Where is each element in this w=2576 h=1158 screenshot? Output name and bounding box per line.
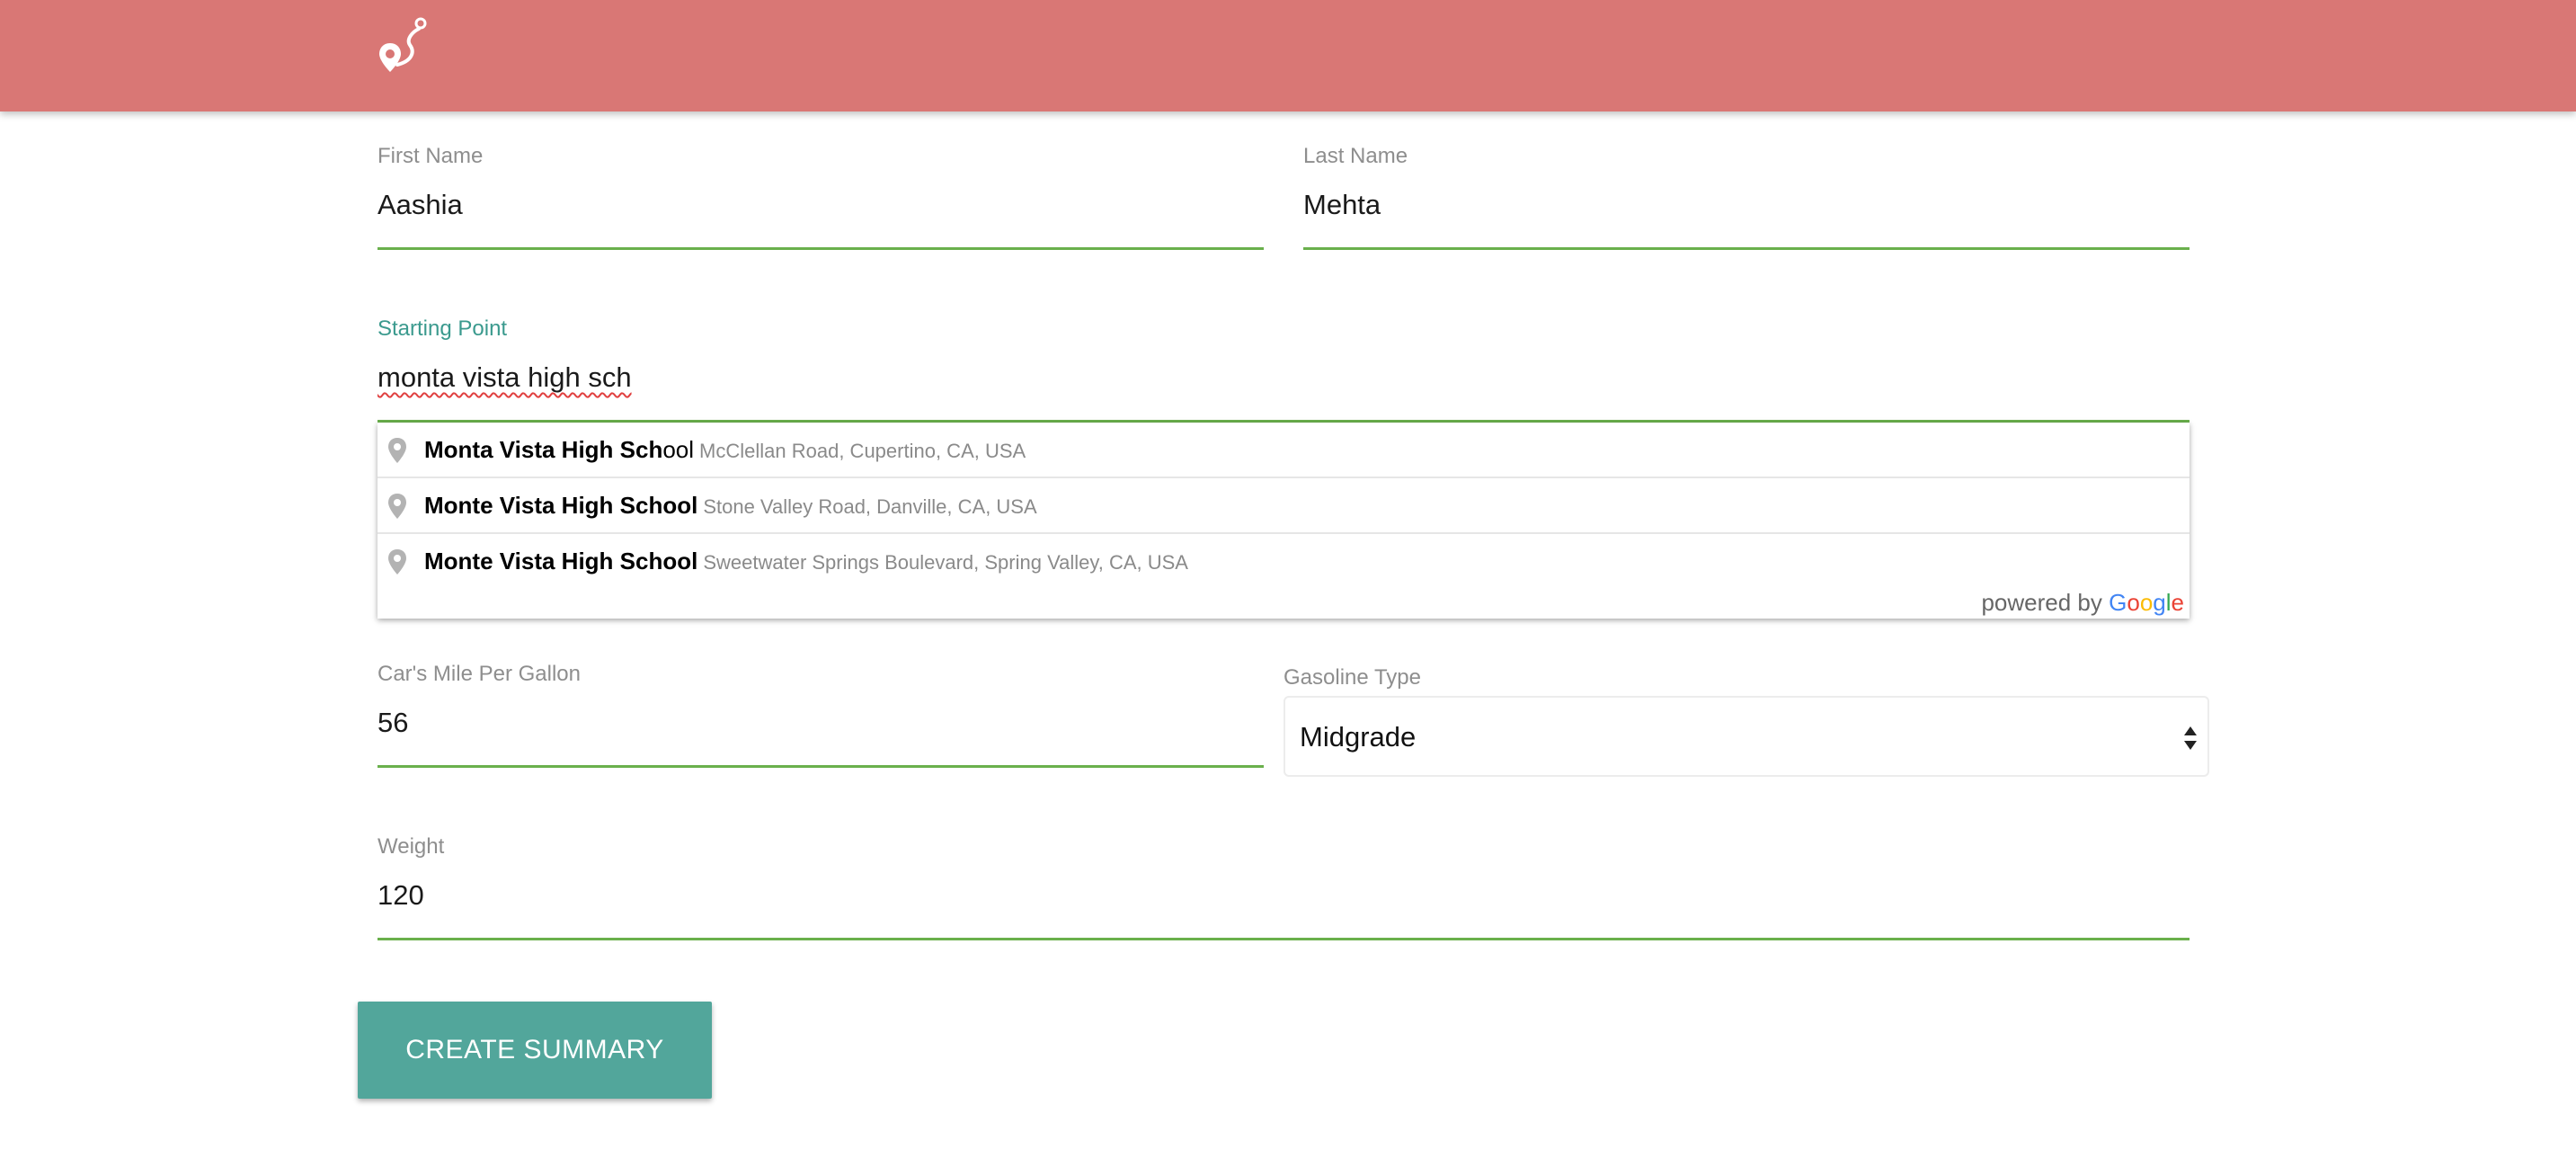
mpg-label: Car's Mile Per Gallon — [378, 662, 581, 686]
suggestion-item[interactable]: Monte Vista High School Sweetwater Spring… — [378, 534, 2190, 590]
last-name-underline — [1303, 247, 2190, 250]
app-header — [0, 0, 2576, 111]
first-name-field[interactable]: First Name Aashia — [378, 144, 1264, 250]
weight-field[interactable]: Weight 120 — [378, 834, 2190, 940]
first-name-input[interactable]: Aashia — [378, 189, 463, 221]
autocomplete-dropdown: Monta Vista High School McClellan Road, C… — [378, 423, 2190, 619]
suggestion-rest: ool — [662, 436, 695, 463]
suggestion-text: Monte Vista High School Sweetwater Spring… — [424, 548, 1188, 575]
suggestion-item[interactable]: Monte Vista High School Stone Valley Road… — [378, 478, 2190, 534]
suggestion-secondary: Sweetwater Springs Boulevard, Spring Val… — [703, 551, 1188, 574]
starting-point-field[interactable]: Starting Point monta vista high sch — [378, 316, 2190, 423]
suggestion-item[interactable]: Monta Vista High School McClellan Road, C… — [378, 423, 2190, 478]
last-name-field[interactable]: Last Name Mehta — [1303, 144, 2190, 250]
weight-input[interactable]: 120 — [378, 879, 424, 912]
last-name-label: Last Name — [1303, 144, 1408, 168]
suggestion-match: Monta Vista High Sch — [424, 436, 663, 463]
mpg-field[interactable]: Car's Mile Per Gallon 56 — [378, 662, 1264, 768]
suggestion-secondary: Stone Valley Road, Danville, CA, USA — [703, 495, 1037, 518]
suggestion-match: Monte Vista High School — [424, 548, 698, 575]
suggestion-text: Monte Vista High School Stone Valley Road… — [424, 492, 1037, 520]
gasoline-type-value: Midgrade — [1300, 721, 1417, 753]
first-name-label: First Name — [378, 144, 484, 168]
select-arrows-icon — [2184, 726, 2197, 750]
location-pin-icon — [388, 438, 406, 463]
create-summary-button[interactable]: CREATE SUMMARY — [358, 1002, 712, 1099]
pin-path-logo-icon[interactable] — [376, 16, 433, 76]
starting-point-label: Starting Point — [378, 316, 508, 341]
last-name-input[interactable]: Mehta — [1303, 189, 1381, 221]
suggestion-match: Monte Vista High School — [424, 492, 698, 519]
weight-underline — [378, 938, 2190, 940]
gasoline-type-label: Gasoline Type — [1284, 665, 1421, 690]
location-pin-icon — [388, 494, 406, 519]
weight-label: Weight — [378, 834, 445, 859]
location-pin-icon — [388, 549, 406, 575]
mpg-input[interactable]: 56 — [378, 707, 408, 739]
powered-by-google: powered by Google — [1981, 589, 2184, 617]
starting-point-input[interactable]: monta vista high sch — [378, 361, 632, 394]
first-name-underline — [378, 247, 1264, 250]
gasoline-type-select[interactable]: Midgrade — [1284, 696, 2209, 777]
suggestion-text: Monta Vista High School McClellan Road, C… — [424, 436, 1026, 464]
mpg-underline — [378, 765, 1264, 768]
google-logo: Google — [2109, 589, 2184, 616]
powered-by-text: powered by — [1981, 589, 2102, 616]
suggestion-secondary: McClellan Road, Cupertino, CA, USA — [699, 440, 1026, 462]
